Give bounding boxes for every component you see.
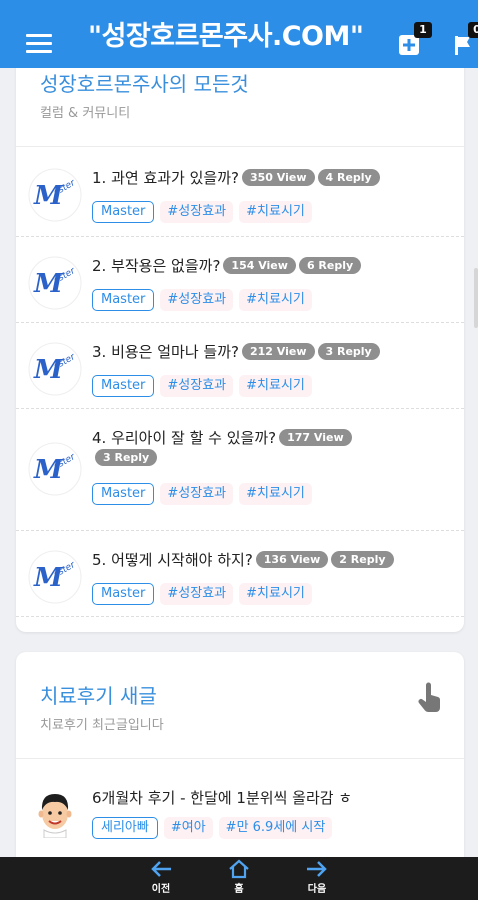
tag[interactable]: #치료시기 <box>239 483 312 505</box>
post-title[interactable]: 2. 부작용은 없을까? 154 View 6 Reply <box>92 256 452 276</box>
tag[interactable]: #치료시기 <box>239 375 312 397</box>
list-item[interactable]: 6개월차 후기 - 한달에 1분위씩 올라감 ㅎ 세리아빠 #여아 #만 6.9세에… <box>16 774 464 854</box>
view-count-badge: 212 View <box>241 343 315 360</box>
tag[interactable]: #성장효과 <box>160 483 234 505</box>
list-item[interactable]: Master 2. 부작용은 없을까? 154 View 6 Reply Master #… <box>16 236 464 323</box>
reply-count-badge: 4 Reply <box>317 169 380 186</box>
prev-label: 이전 <box>151 884 171 895</box>
list-item[interactable]: Master 1. 과연 효과가 있을까? 350 View 4 Reply Maste… <box>16 148 464 237</box>
arrow-right-icon <box>307 861 327 877</box>
master-avatar: Master <box>28 442 82 496</box>
post-title[interactable]: 1. 과연 효과가 있을까? 350 View 4 Reply <box>92 168 452 188</box>
app-title: "성장호르몬주사.COM" <box>88 21 364 52</box>
avatar <box>28 784 82 839</box>
scrollbar[interactable] <box>474 268 478 328</box>
notification-badge: 1 <box>414 22 432 38</box>
prev-button[interactable]: 이전 <box>141 859 181 895</box>
master-avatar: Master <box>28 342 82 396</box>
tag-list: Master #성장효과 #치료시기 <box>92 200 318 223</box>
tag[interactable]: #성장효과 <box>160 289 234 311</box>
arrow-left-icon <box>151 861 171 877</box>
post-title-text: 4. 우리아이 잘 할 수 있을까? <box>92 429 277 447</box>
view-count-badge: 154 View <box>223 257 296 274</box>
list-item[interactable]: Master 5. 어떻게 시작해야 하지? 136 View 2 Reply Mast… <box>16 530 464 617</box>
master-avatar: Master <box>28 168 82 222</box>
view-count-badge: 350 View <box>241 169 315 186</box>
tag-author[interactable]: Master <box>92 583 155 605</box>
home-button[interactable]: 홈 <box>219 859 259 895</box>
top-app-bar: "성장호르몬주사.COM" 1 0 <box>0 0 478 68</box>
post-title[interactable]: 4. 우리아이 잘 할 수 있을까? 177 View 3 Reply <box>92 428 392 468</box>
flag-icon[interactable]: 0 <box>452 22 478 56</box>
divider <box>16 146 464 147</box>
tag[interactable]: #만 6.9세에 시작 <box>218 817 333 839</box>
tag[interactable]: #치료시기 <box>239 289 312 311</box>
list-item[interactable]: Master 4. 우리아이 잘 할 수 있을까? 177 View 3 Reply M… <box>16 408 464 531</box>
reply-count-badge: 6 Reply <box>298 257 362 274</box>
tag[interactable]: #여아 <box>163 817 213 839</box>
master-avatar: Master <box>28 256 82 310</box>
section-subtitle: 컬럼 & 커뮤니티 <box>40 106 131 121</box>
home-icon <box>229 859 249 879</box>
post-title-text: 5. 어떻게 시작해야 하지? <box>92 551 253 569</box>
tag-author[interactable]: Master <box>92 201 155 223</box>
review-card: 치료후기 새글 치료후기 최근글입니다 6개월차 후기 - 한달에 1분위씩 올… <box>16 652 464 882</box>
tag-author[interactable]: Master <box>92 375 155 397</box>
tag-list: Master #성장효과 #치료시기 <box>92 288 318 311</box>
view-count-badge: 177 View <box>279 429 352 446</box>
section-subtitle: 치료후기 최근글입니다 <box>40 718 164 733</box>
tag-list: Master #성장효과 #치료시기 <box>92 582 318 605</box>
tag[interactable]: #성장효과 <box>160 375 234 397</box>
column-community-card: 성장호르몬주사의 모든것 컬럼 & 커뮤니티 Master 1. 과연 효과가 있… <box>16 40 464 632</box>
tag-list: 세리아빠 #여아 #만 6.9세에 시작 <box>92 816 338 839</box>
reply-count-badge: 3 Reply <box>317 343 380 360</box>
view-count-badge: 136 View <box>255 551 329 568</box>
pointer-hand-icon[interactable] <box>416 682 444 714</box>
flag-badge: 0 <box>468 22 478 38</box>
list-item[interactable]: Master 3. 비용은 얼마나 들까? 212 View 3 Reply Maste… <box>16 322 464 409</box>
tag-list: Master #성장효과 #치료시기 <box>92 482 318 505</box>
tag-author[interactable]: Master <box>92 289 155 311</box>
tag-author[interactable]: Master <box>92 483 155 505</box>
post-title[interactable]: 6개월차 후기 - 한달에 1분위씩 올라감 ㅎ <box>92 788 452 808</box>
tag[interactable]: #성장효과 <box>160 583 234 605</box>
section-title: 성장호르몬주사의 모든것 <box>40 72 249 96</box>
tag[interactable]: #치료시기 <box>239 201 312 223</box>
divider <box>16 758 464 759</box>
tag[interactable]: #성장효과 <box>160 201 234 223</box>
tag-author[interactable]: 세리아빠 <box>92 817 158 839</box>
tag-list: Master #성장효과 #치료시기 <box>92 374 318 397</box>
master-avatar: Master <box>28 550 82 604</box>
post-title-text: 1. 과연 효과가 있을까? <box>92 169 239 187</box>
next-button[interactable]: 다음 <box>297 859 337 895</box>
reply-count-badge: 3 Reply <box>95 449 158 466</box>
hamburger-menu-icon[interactable] <box>26 34 52 54</box>
add-box-icon[interactable]: 1 <box>398 22 432 56</box>
home-label: 홈 <box>234 884 244 895</box>
post-title[interactable]: 5. 어떻게 시작해야 하지? 136 View 2 Reply <box>92 550 452 570</box>
section-title: 치료후기 새글 <box>40 684 157 708</box>
post-title[interactable]: 3. 비용은 얼마나 들까? 212 View 3 Reply <box>92 342 452 362</box>
bottom-nav: 이전 홈 다음 <box>0 857 478 900</box>
next-label: 다음 <box>307 884 327 895</box>
tag[interactable]: #치료시기 <box>239 583 312 605</box>
post-title-text: 2. 부작용은 없을까? <box>92 257 221 275</box>
reply-count-badge: 2 Reply <box>331 551 394 568</box>
post-title-text: 3. 비용은 얼마나 들까? <box>92 343 239 361</box>
